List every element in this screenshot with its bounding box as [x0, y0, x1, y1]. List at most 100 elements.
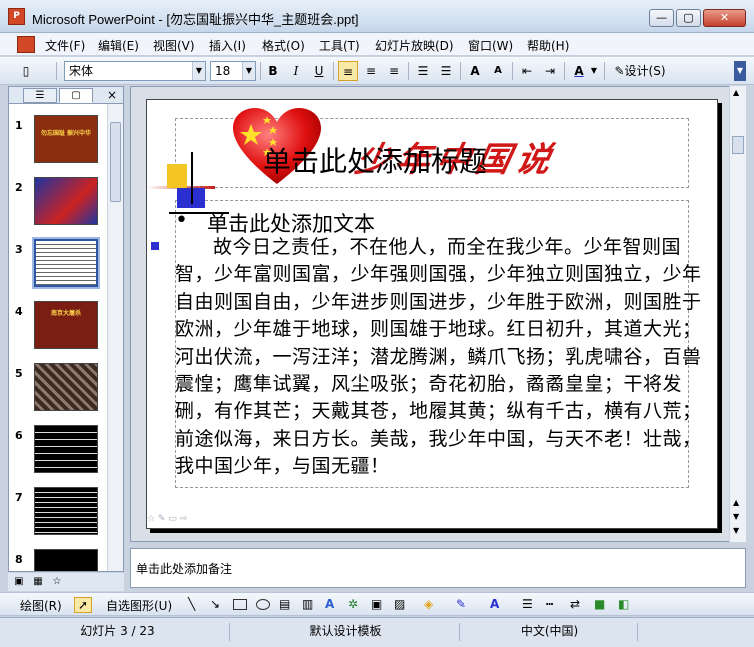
- autoshapes-button[interactable]: 自选图形(U): [106, 597, 172, 614]
- status-bar: 幻灯片 3 / 23 默认设计模板 中文(中国): [0, 617, 754, 647]
- arrow-style-icon[interactable]: ⇄: [570, 597, 580, 611]
- picture-icon[interactable]: ▨: [394, 597, 405, 611]
- scroll-down-icon[interactable]: ▼: [733, 526, 739, 535]
- dash-style-icon[interactable]: ┅: [546, 597, 553, 611]
- design-icon: ✎: [614, 64, 625, 78]
- menu-window[interactable]: 窗口(W): [468, 37, 513, 54]
- slide-thumb-image[interactable]: 勿忘国耻 振兴中华: [34, 115, 98, 163]
- increase-indent-icon[interactable]: ⇥: [540, 61, 560, 81]
- select-pointer-icon[interactable]: ➚: [74, 597, 93, 613]
- numbered-list-icon[interactable]: ☰: [413, 61, 433, 81]
- slide-thumbnail[interactable]: 1 勿忘国耻 振兴中华: [9, 115, 109, 171]
- poem-text-box[interactable]: 故今日之责任，不在他人，而全在我少年。少年智则国智，少年富则国富，少年强则国强，…: [175, 234, 717, 481]
- close-button[interactable]: ✕: [703, 9, 746, 27]
- vertical-textbox-icon[interactable]: ▥: [302, 597, 313, 611]
- draw-menu-button[interactable]: 绘图(R): [20, 597, 62, 614]
- document-icon[interactable]: [17, 36, 35, 53]
- slide-sorter-icon[interactable]: ▦: [30, 574, 46, 590]
- toolbar-options-icon[interactable]: ▼: [734, 61, 746, 81]
- scroll-up-icon[interactable]: ▲: [733, 88, 739, 97]
- slide-thumb-image[interactable]: [34, 487, 98, 535]
- design-button[interactable]: ✎设计(S): [610, 61, 670, 81]
- shadow-icon[interactable]: ■: [594, 597, 605, 611]
- slide-scrollbar[interactable]: ▲ ▲ ▼ ▼: [729, 86, 746, 542]
- align-center-icon[interactable]: ≡: [361, 61, 381, 81]
- font-color-icon[interactable]: A: [569, 61, 589, 81]
- drawing-toolbar: 绘图(R) ➚ 自选图形(U) ╲ ↘ ▤ ▥ A ✲ ▣ ▨ ◈ ✎ A ☰ …: [0, 592, 754, 616]
- tab-outline[interactable]: ☰: [23, 88, 57, 103]
- slide-thumb-image[interactable]: [34, 177, 98, 225]
- slide-thumb-title: 南京大屠杀: [50, 310, 81, 317]
- chevron-down-icon[interactable]: ▼: [588, 61, 600, 81]
- menu-insert[interactable]: 插入(I): [209, 37, 246, 54]
- close-icon[interactable]: ×: [107, 88, 117, 102]
- minimize-button[interactable]: —: [649, 9, 674, 27]
- menu-slideshow[interactable]: 幻灯片放映(D): [375, 37, 454, 54]
- scrollbar-thumb[interactable]: [110, 122, 121, 202]
- slide-thumb-image[interactable]: 南京大屠杀: [34, 301, 98, 349]
- slide-thumbnail[interactable]: 4 南京大屠杀: [9, 301, 109, 357]
- decrease-font-icon[interactable]: A: [488, 61, 508, 81]
- slide-thumbnail[interactable]: 5: [9, 363, 109, 419]
- menu-edit[interactable]: 编辑(E): [98, 37, 139, 54]
- maximize-button[interactable]: ▢: [676, 9, 701, 27]
- wordart-icon[interactable]: A: [325, 597, 334, 611]
- bullet-list-icon[interactable]: ☰: [436, 61, 456, 81]
- menu-view[interactable]: 视图(V): [153, 37, 195, 54]
- slide-thumbnail[interactable]: 2: [9, 177, 109, 233]
- selection-handle[interactable]: [151, 242, 159, 250]
- line-style-icon[interactable]: ☰: [522, 597, 533, 611]
- fill-color-icon[interactable]: ◈: [424, 597, 433, 611]
- slide-thumbnail[interactable]: 8: [9, 549, 109, 571]
- previous-slide-icon[interactable]: ▲: [733, 498, 739, 507]
- slideshow-icon[interactable]: ☆: [49, 574, 65, 590]
- align-right-icon[interactable]: ≡: [384, 61, 404, 81]
- oval-icon[interactable]: [256, 599, 270, 610]
- scrollbar-thumb[interactable]: [732, 136, 744, 154]
- powerpoint-app-icon[interactable]: P: [8, 8, 25, 25]
- line-color-icon[interactable]: ✎: [456, 597, 466, 611]
- chevron-down-icon[interactable]: ▼: [242, 62, 255, 80]
- menu-tools[interactable]: 工具(T): [319, 37, 360, 54]
- title-placeholder-text[interactable]: 单击此处添加标题: [263, 140, 487, 180]
- slide-thumbnail[interactable]: 3: [9, 237, 109, 295]
- line-icon[interactable]: ╲: [188, 597, 195, 611]
- slides-scrollbar[interactable]: [107, 104, 123, 571]
- notes-placeholder[interactable]: 单击此处添加备注: [136, 560, 232, 577]
- next-slide-icon[interactable]: ▼: [733, 512, 739, 521]
- slide-thumb-image[interactable]: [34, 425, 98, 473]
- bold-button[interactable]: B: [263, 61, 283, 81]
- font-color-icon[interactable]: A: [490, 597, 499, 611]
- tab-slides[interactable]: ▢: [59, 88, 93, 103]
- chevron-down-icon[interactable]: ▼: [192, 62, 205, 80]
- slides-panel: ☰ ▢ × 1 勿忘国耻 振兴中华 2 3 4 南京大屠杀 5 6 7 8: [8, 86, 124, 572]
- slide-number: 5: [15, 367, 23, 380]
- rectangle-icon[interactable]: [233, 599, 247, 610]
- menu-file[interactable]: 文件(F): [45, 37, 85, 54]
- menu-format[interactable]: 格式(O): [262, 37, 305, 54]
- increase-font-icon[interactable]: A: [465, 61, 485, 81]
- normal-view-icon[interactable]: ▣: [11, 574, 27, 590]
- diagram-icon[interactable]: ✲: [348, 597, 358, 611]
- 3d-style-icon[interactable]: ◧: [618, 597, 629, 611]
- slide-canvas[interactable]: 少年中国说 单击此处添加标题 • 单击此处添加文本 故今日之责任，不在他人，而全…: [146, 99, 718, 529]
- decrease-indent-icon[interactable]: ⇤: [517, 61, 537, 81]
- slide-thumbnail[interactable]: 7: [9, 487, 109, 543]
- slide-thumb-image[interactable]: [34, 549, 98, 571]
- notes-pane[interactable]: 单击此处添加备注: [130, 548, 746, 588]
- slide-number: 3: [15, 243, 23, 256]
- menu-help[interactable]: 帮助(H): [527, 37, 569, 54]
- align-left-icon[interactable]: ≡: [338, 61, 358, 81]
- new-document-icon[interactable]: ▯: [16, 61, 36, 81]
- clipart-icon[interactable]: ▣: [371, 597, 382, 611]
- design-label: 设计(S): [624, 64, 666, 78]
- font-name-select[interactable]: 宋体 ▼: [64, 61, 206, 81]
- font-size-select[interactable]: 18 ▼: [210, 61, 256, 81]
- arrow-icon[interactable]: ↘: [210, 597, 220, 611]
- underline-button[interactable]: U: [309, 61, 329, 81]
- textbox-icon[interactable]: ▤: [279, 597, 290, 611]
- slide-thumb-image[interactable]: [34, 363, 98, 411]
- slide-thumb-image-selected[interactable]: [32, 237, 100, 289]
- italic-button[interactable]: I: [286, 61, 306, 81]
- slide-thumbnail[interactable]: 6: [9, 425, 109, 481]
